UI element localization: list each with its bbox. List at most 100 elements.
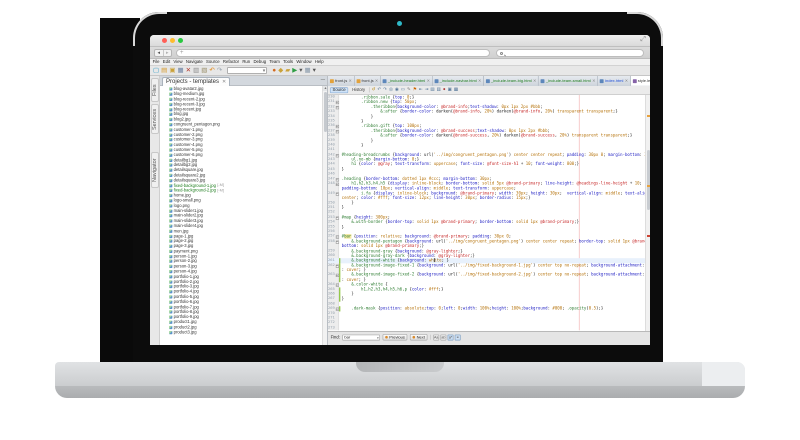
url-field[interactable]: +	[176, 49, 490, 57]
menu-edit[interactable]: Edit	[163, 60, 170, 65]
image-file-icon	[169, 235, 172, 238]
forward-icon[interactable]: ▸	[163, 50, 172, 56]
tree-item-label: person-2.jpg	[174, 259, 197, 264]
tree-item-label: main-slider3.jpg	[174, 219, 203, 224]
image-file-icon	[169, 143, 172, 146]
menu-tools[interactable]: Tools	[283, 60, 293, 65]
shift-right-icon[interactable]: ⇥	[425, 87, 429, 94]
next-bookmark-icon[interactable]: ⚑	[413, 87, 417, 94]
previous-bookmark-icon[interactable]: ✎	[407, 87, 411, 94]
key-icon[interactable]: ◆	[278, 66, 283, 75]
tree-item-label: portfolio-6.jpg	[174, 300, 199, 305]
find-selection-icon[interactable]: ◎	[389, 87, 393, 94]
sidebar-tab-navigator[interactable]: Navigator	[151, 152, 159, 188]
back-icon[interactable]: ◂	[155, 50, 163, 56]
editor-tab[interactable]: index.html✕	[598, 76, 631, 86]
close-icon[interactable]: ✕	[478, 79, 481, 84]
close-icon[interactable]: ✕	[349, 79, 352, 84]
editor-tab[interactable]: _include-team-small.html✕	[539, 76, 598, 86]
more-dropdown-icon[interactable]: ▾	[313, 66, 316, 75]
find-previous-icon[interactable]: ◉	[395, 87, 399, 94]
image-file-icon	[169, 265, 172, 268]
menu-run[interactable]: Run	[242, 60, 250, 65]
find-next-button[interactable]: Next	[410, 334, 427, 341]
find-option-toggle[interactable]: Aa	[433, 334, 439, 340]
stop-macro-icon[interactable]: ▥	[437, 87, 441, 94]
toggle-highlight-icon[interactable]: ▭	[401, 87, 405, 94]
new-project-icon[interactable]: ▤	[161, 66, 167, 75]
run-icon[interactable]: ▶	[292, 66, 297, 75]
sidebar-tab-services[interactable]: Services	[151, 104, 159, 134]
redo-icon[interactable]: ↷	[217, 66, 222, 75]
undo-icon[interactable]: ↶	[209, 66, 214, 75]
memory-icon[interactable]: ▦	[305, 66, 311, 75]
config-combobox[interactable]	[227, 67, 267, 74]
shift-left-icon[interactable]: ⇤	[419, 87, 423, 94]
app-window: ⤢ ◂ ▸ + FileEditViewNavigateSourceRefact…	[150, 35, 650, 345]
browser-select-icon[interactable]: ●	[272, 66, 276, 75]
run-dropdown-icon[interactable]: ▾	[299, 66, 302, 75]
close-icon[interactable]: ✕	[625, 79, 628, 84]
back-icon[interactable]: ↶	[377, 87, 381, 94]
close-icon[interactable]: ✕	[375, 79, 378, 84]
file-tree[interactable]: blog-avatar2.jpgblog-medium.jpgblog-rece…	[160, 86, 322, 345]
forward-icon[interactable]: ↷	[383, 87, 387, 94]
new-file-icon[interactable]: ▢	[153, 66, 159, 75]
menu-debug[interactable]: Debug	[253, 60, 266, 65]
close-icon[interactable]: ✕	[222, 78, 226, 86]
close-icon[interactable]: ✕	[533, 79, 536, 84]
editor-scrollbar[interactable]	[645, 95, 650, 331]
tree-item-label: page-2.jpg	[174, 239, 194, 244]
minimize-panel-icon[interactable]: ─	[321, 77, 325, 83]
menu-refactor[interactable]: Refactor	[223, 60, 239, 65]
editor-tab[interactable]: _include-header.html✕	[381, 76, 433, 86]
last-edit-icon[interactable]: ↺	[372, 87, 376, 94]
cut-icon[interactable]: ✕	[186, 66, 191, 75]
menu-view[interactable]: View	[173, 60, 182, 65]
menu-window[interactable]: Window	[296, 60, 311, 65]
sidebar-tab-files[interactable]: Files	[151, 78, 159, 102]
code-line[interactable]: 273	[328, 326, 645, 331]
zoom-window-button[interactable]	[178, 38, 183, 43]
nav-buttons[interactable]: ◂ ▸	[154, 49, 172, 57]
editor-tab[interactable]: _include-navbar.html✕	[432, 76, 483, 86]
comment-icon[interactable]: ▣	[448, 87, 452, 94]
menu-help[interactable]: Help	[315, 60, 324, 65]
uncomment-icon[interactable]: ▩	[454, 87, 458, 94]
tree-item-label: page-3.jpg	[174, 244, 194, 249]
html-file-icon	[486, 79, 490, 83]
code-editor[interactable]: 230 .ribbon.sale {top: 0;}231 .ribbon.ne…	[328, 95, 645, 331]
record-icon[interactable]: ●	[443, 87, 446, 94]
find-previous-button[interactable]: Previous	[383, 334, 408, 341]
menu-navigate[interactable]: Navigate	[186, 60, 203, 65]
find-option-toggle[interactable]: a*	[448, 334, 454, 340]
copy-icon[interactable]: ▥	[193, 66, 199, 75]
close-icon[interactable]: ✕	[427, 79, 430, 84]
scrollbar-thumb[interactable]	[647, 150, 651, 210]
open-project-icon[interactable]: ▣	[169, 66, 175, 75]
save-all-icon[interactable]: ▦	[177, 66, 183, 75]
search-input[interactable]	[496, 49, 644, 57]
menu-source[interactable]: Source	[206, 60, 220, 65]
editor-tab[interactable]: front.js✕	[354, 76, 380, 86]
tree-item[interactable]: product3.jpg	[169, 330, 322, 335]
editor-tab[interactable]: front.js✕	[328, 76, 354, 86]
editor-tab[interactable]: style.less✕	[631, 76, 650, 86]
image-file-icon	[169, 270, 172, 273]
tree-item-label: detailbg2.jpg	[174, 163, 198, 168]
paste-icon[interactable]: ▧	[201, 66, 207, 75]
find-option-toggle[interactable]: ≡	[455, 334, 461, 340]
editor-tab[interactable]: _include-team-big.html✕	[484, 76, 539, 86]
tab-projects[interactable]: Projects - templates ✕	[162, 77, 230, 86]
menu-team[interactable]: Team	[269, 60, 279, 65]
source-view-button[interactable]: Source	[330, 87, 348, 93]
close-window-button[interactable]	[162, 38, 167, 43]
deploy-icon[interactable]: ▰	[285, 66, 290, 75]
minimize-window-button[interactable]	[170, 38, 175, 43]
start-macro-icon[interactable]: ▤	[430, 87, 434, 94]
menu-file[interactable]: File	[153, 60, 160, 65]
find-option-toggle[interactable]: ab	[440, 334, 446, 340]
close-icon[interactable]: ✕	[592, 79, 595, 84]
history-view-button[interactable]: History	[350, 88, 367, 93]
find-input[interactable]: bar	[342, 334, 380, 340]
